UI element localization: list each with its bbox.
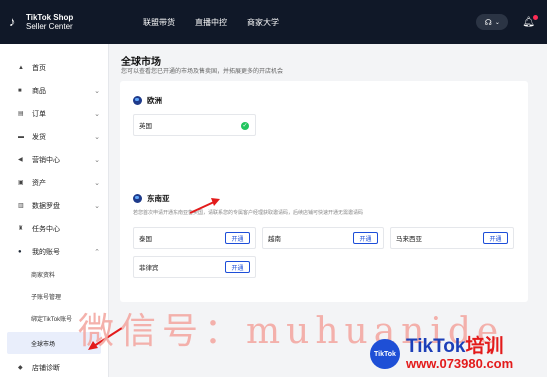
diagnosis-icon: ◆ bbox=[18, 365, 23, 371]
logo-line1: TikTok Shop bbox=[26, 13, 74, 22]
main-content: 全球市场 您可以查看您已开通的市场及售卖国，并拓展更多的开店机会 欧洲 英国 ✓… bbox=[110, 44, 547, 377]
tiktok-shop-logo[interactable]: ♪ TikTok Shop Seller Center bbox=[9, 13, 119, 31]
chart-icon: ▥ bbox=[18, 203, 24, 209]
sidebar-item-my-account[interactable]: ● 我的账号 ⌃ bbox=[0, 240, 108, 263]
sidebar-item-label: 商品 bbox=[32, 87, 46, 95]
page-subtitle: 您可以查看您已开通的市场及售卖国，并拓展更多的开店机会 bbox=[121, 69, 284, 75]
chevron-down-icon: ⌄ bbox=[494, 19, 500, 26]
logo-line2: Seller Center bbox=[26, 22, 73, 31]
chevron-down-icon: ⌄ bbox=[94, 87, 100, 95]
sidebar-subitem-sub-accounts[interactable]: 子账号管理 bbox=[0, 285, 108, 307]
wallet-icon: ▣ bbox=[18, 180, 24, 186]
sidebar-item-orders[interactable]: ▤ 订单 ⌄ bbox=[0, 102, 108, 125]
sidebar-item-label: 订单 bbox=[32, 110, 46, 118]
region-sea-title: 东南亚 bbox=[133, 193, 170, 204]
market-card: 欧洲 英国 ✓ 东南亚 若您首次申请开通东南亚售卖国，请联系您的专属客户经理获取… bbox=[120, 81, 528, 302]
sidebar-item-marketing[interactable]: ◀ 营销中心 ⌄ bbox=[0, 148, 108, 171]
chevron-down-icon: ⌄ bbox=[94, 156, 100, 164]
top-navbar: ♪ TikTok Shop Seller Center 联盟带货 直播中控 商家… bbox=[0, 0, 547, 44]
sidebar-item-label: 发货 bbox=[32, 133, 46, 141]
sidebar-item-label: 营销中心 bbox=[32, 156, 60, 164]
market-thailand: 泰国 开通 bbox=[133, 227, 256, 249]
topnav-affiliate[interactable]: 联盟带货 bbox=[143, 17, 175, 28]
market-philippines: 菲律宾 开通 bbox=[133, 256, 256, 278]
order-icon: ▤ bbox=[18, 111, 24, 117]
market-vietnam: 越南 开通 bbox=[262, 227, 384, 249]
open-philippines-button[interactable]: 开通 bbox=[225, 261, 250, 273]
sidebar-item-shipping[interactable]: ▬ 发货 ⌄ bbox=[0, 125, 108, 148]
notification-bell-icon[interactable]: 🔔︎ bbox=[522, 14, 538, 28]
megaphone-icon: ◀ bbox=[18, 157, 23, 163]
unread-dot bbox=[533, 14, 538, 20]
sidebar-item-home[interactable]: ▲ 首页 bbox=[0, 56, 108, 79]
chevron-down-icon: ⌄ bbox=[94, 133, 100, 141]
sidebar-item-products[interactable]: ■ 商品 ⌄ bbox=[0, 79, 108, 102]
sidebar-subitem-bind-tiktok[interactable]: 绑定TikTok账号 bbox=[0, 307, 108, 329]
open-vietnam-button[interactable]: 开通 bbox=[353, 232, 378, 244]
sidebar-item-task-center[interactable]: ♜ 任务中心 bbox=[0, 217, 108, 240]
home-icon: ▲ bbox=[18, 64, 24, 71]
globe-icon bbox=[133, 194, 142, 203]
chevron-up-icon: ⌃ bbox=[94, 248, 100, 256]
truck-icon: ▬ bbox=[18, 133, 24, 140]
region-sea-label: 东南亚 bbox=[147, 194, 170, 203]
box-icon: ■ bbox=[18, 87, 22, 94]
sidebar-subitem-global-market[interactable]: 全球市场 bbox=[7, 332, 101, 354]
chevron-down-icon: ⌄ bbox=[94, 179, 100, 187]
task-icon: ♜ bbox=[18, 226, 24, 232]
market-malaysia: 马来西亚 开通 bbox=[390, 227, 514, 249]
sidebar-item-label: 任务中心 bbox=[32, 225, 60, 233]
top-nav: 联盟带货 直播中控 商家大学 bbox=[143, 17, 299, 28]
sidebar-item-label: 我的账号 bbox=[32, 248, 60, 256]
region-europe-title: 欧洲 bbox=[133, 95, 162, 106]
region-europe-label: 欧洲 bbox=[147, 96, 162, 105]
market-name: 泰国 bbox=[139, 236, 152, 243]
market-uk: 英国 ✓ bbox=[133, 114, 256, 136]
globe-icon bbox=[133, 96, 142, 105]
market-name: 越南 bbox=[268, 236, 281, 243]
topnav-live-console[interactable]: 直播中控 bbox=[195, 17, 227, 28]
invite-code-note: 若您首次申请开通东南亚售卖国，请联系您的专属客户经理获取邀请码，后续店铺可快速开… bbox=[133, 210, 364, 216]
sidebar-item-label: 资产 bbox=[32, 179, 46, 187]
sidebar-item-label: 首页 bbox=[32, 64, 46, 72]
headset-icon: ☊ bbox=[484, 17, 492, 27]
market-name: 英国 bbox=[139, 123, 152, 130]
sidebar-item-data-compass[interactable]: ▥ 数据罗盘 ⌄ bbox=[0, 194, 108, 217]
open-thailand-button[interactable]: 开通 bbox=[225, 232, 250, 244]
chevron-down-icon: ⌄ bbox=[94, 202, 100, 210]
tiktok-note-icon: ♪ bbox=[9, 14, 16, 29]
user-icon: ● bbox=[18, 248, 22, 255]
topnav-seller-university[interactable]: 商家大学 bbox=[247, 17, 279, 28]
market-name: 菲律宾 bbox=[139, 265, 159, 272]
sidebar-item-shop-diagnosis[interactable]: ◆ 店铺诊断 bbox=[0, 356, 108, 377]
check-circle-icon: ✓ bbox=[241, 122, 249, 130]
market-name: 马来西亚 bbox=[396, 236, 422, 243]
sidebar-subitem-merchant-profile[interactable]: 商家资料 bbox=[0, 263, 108, 285]
sidebar-item-assets[interactable]: ▣ 资产 ⌄ bbox=[0, 171, 108, 194]
help-dropdown[interactable]: ☊ ⌄ bbox=[476, 14, 509, 30]
open-malaysia-button[interactable]: 开通 bbox=[483, 232, 508, 244]
chevron-down-icon: ⌄ bbox=[94, 110, 100, 118]
sidebar: ▲ 首页 ■ 商品 ⌄ ▤ 订单 ⌄ ▬ 发货 ⌄ ◀ 营销中心 ⌄ ▣ 资产 … bbox=[0, 44, 109, 377]
sidebar-item-label: 数据罗盘 bbox=[32, 202, 60, 210]
sidebar-item-label: 店铺诊断 bbox=[32, 364, 60, 372]
